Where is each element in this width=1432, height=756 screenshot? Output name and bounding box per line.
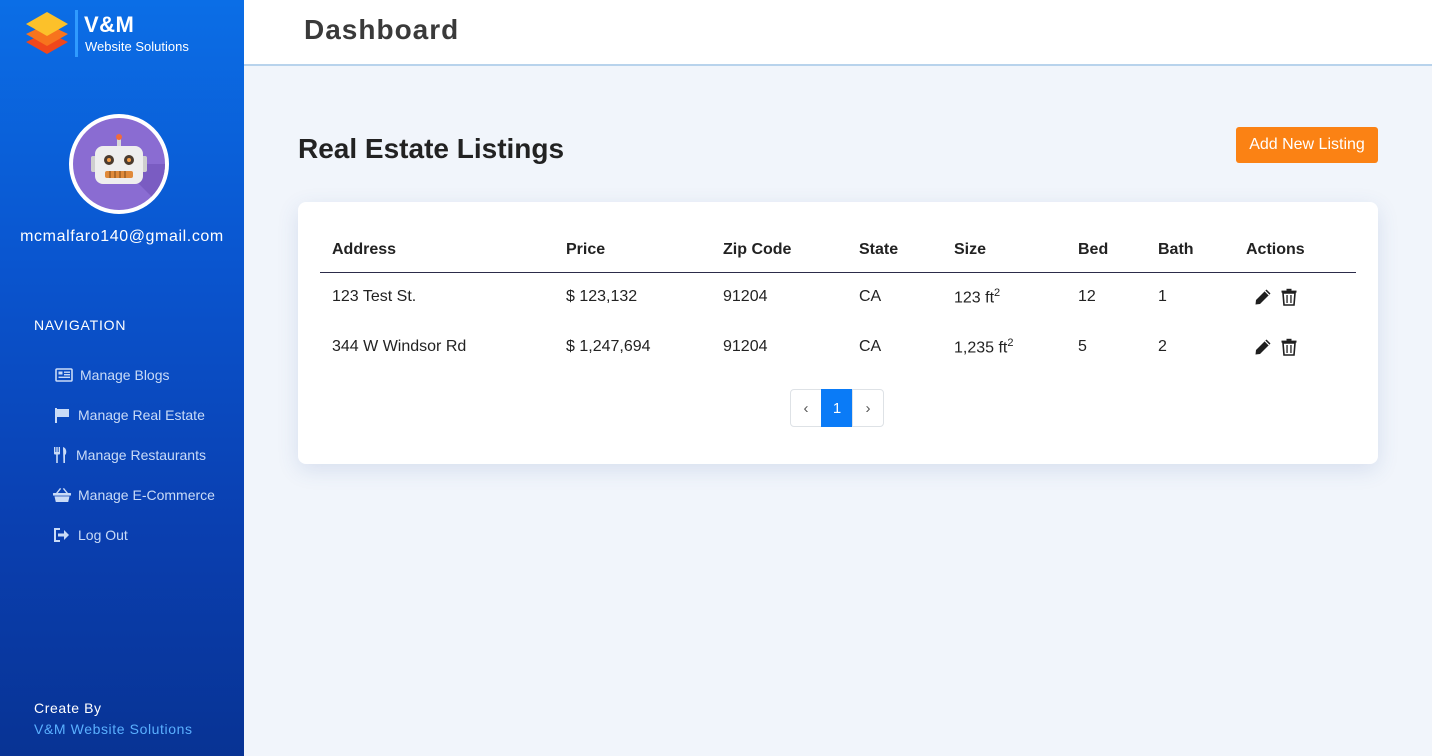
table-header-row: Address Price Zip Code State Size Bed Ba… (320, 228, 1356, 273)
nav-item-manage-real-estate[interactable]: Manage Real Estate (0, 395, 244, 435)
cell-price: $ 1,247,694 (566, 338, 651, 355)
robot-avatar-icon (73, 118, 165, 210)
page-header-title: Dashboard (304, 14, 460, 45)
cell-bed: 12 (1078, 288, 1096, 306)
user-email: mcmalfaro140@gmail.com (20, 228, 224, 245)
flag-icon (52, 407, 72, 423)
column-header-actions: Actions (1234, 228, 1356, 273)
column-header-size: Size (942, 228, 1066, 273)
nav-item-label: Manage Real Estate (78, 407, 205, 423)
cell-actions (1234, 272, 1356, 322)
listings-card: Address Price Zip Code State Size Bed Ba… (298, 202, 1378, 464)
column-header-address: Address (320, 228, 554, 273)
size-value: 123 ft (954, 289, 995, 307)
top-header: Dashboard (244, 0, 1432, 66)
footer-label: Create By (34, 700, 102, 716)
table-row: 123 Test St. $ 123,132 91204 CA 123 ft2 … (320, 272, 1356, 322)
edit-pencil-icon[interactable] (1254, 338, 1272, 356)
layers-logo-icon (24, 10, 70, 58)
cell-zip: 91204 (723, 288, 768, 306)
sidebar-footer: Create By V&M Website Solutions (34, 700, 193, 737)
pagination-next-button[interactable]: › (852, 389, 884, 427)
cell-address: 123 Test St. (332, 288, 417, 306)
cell-address: 344 W Windsor Rd (332, 338, 467, 355)
brand-name: V&M (84, 12, 135, 37)
cell-zip: 91204 (723, 338, 768, 355)
column-header-bed: Bed (1066, 228, 1146, 273)
column-header-price: Price (554, 228, 711, 273)
cell-bath: 1 (1158, 288, 1167, 306)
cell-actions (1234, 322, 1356, 372)
add-new-listing-button[interactable]: Add New Listing (1236, 127, 1378, 163)
delete-trash-icon[interactable] (1281, 288, 1299, 307)
nav-item-manage-restaurants[interactable]: Manage Restaurants (0, 435, 244, 475)
page-title: Real Estate Listings (298, 133, 565, 164)
brand-divider (75, 10, 78, 57)
cell-state: CA (859, 338, 882, 355)
navigation-heading: NAVIGATION (34, 317, 127, 333)
avatar (69, 114, 169, 214)
pagination: ‹ 1 › (790, 389, 884, 427)
cell-bed: 5 (1078, 338, 1087, 355)
size-value: 1,235 ft (954, 339, 1008, 357)
cell-price: $ 123,132 (566, 288, 638, 306)
size-exponent: 2 (994, 287, 1001, 300)
nav-item-log-out[interactable]: Log Out (0, 515, 244, 555)
nav-item-label: Log Out (78, 527, 128, 543)
nav-item-manage-blogs[interactable]: Manage Blogs (0, 355, 244, 395)
cell-size: 123 ft2 (942, 272, 1066, 322)
cell-bath: 2 (1158, 338, 1167, 355)
brand-subtitle: Website Solutions (85, 39, 189, 54)
nav-item-label: Manage Restaurants (76, 447, 206, 463)
edit-pencil-icon[interactable] (1254, 288, 1272, 306)
column-header-state: State (847, 228, 942, 273)
footer-company-link[interactable]: V&M Website Solutions (34, 721, 193, 737)
shopping-basket-icon (52, 487, 72, 503)
column-header-bath: Bath (1146, 228, 1234, 273)
sign-out-icon (52, 527, 72, 543)
nav-item-manage-e-commerce[interactable]: Manage E-Commerce (0, 475, 244, 515)
sidebar: V&M Website Solutions mcmalfaro140@gmail… (0, 0, 244, 756)
nav-item-label: Manage Blogs (80, 367, 170, 383)
pagination-page-1[interactable]: 1 (821, 389, 853, 427)
table-row: 344 W Windsor Rd $ 1,247,694 91204 CA 1,… (320, 322, 1356, 372)
navigation-list: Manage Blogs Manage Real Estate Manage R… (0, 355, 244, 555)
cell-size: 1,235 ft2 (942, 322, 1066, 372)
nav-item-label: Manage E-Commerce (78, 487, 215, 503)
utensils-icon (50, 447, 70, 463)
column-header-zip-code: Zip Code (711, 228, 847, 273)
delete-trash-icon[interactable] (1281, 338, 1299, 356)
size-exponent: 2 (1007, 336, 1014, 349)
newspaper-icon (54, 367, 74, 383)
cell-state: CA (859, 288, 882, 306)
brand[interactable]: V&M Website Solutions (24, 10, 224, 58)
listings-table: Address Price Zip Code State Size Bed Ba… (320, 228, 1356, 372)
pagination-prev-button[interactable]: ‹ (790, 389, 822, 427)
